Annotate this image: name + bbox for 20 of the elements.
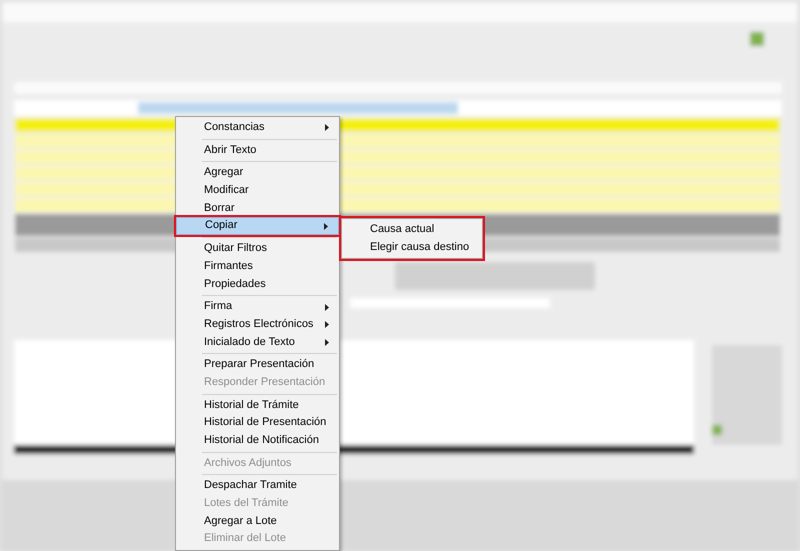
menu-item[interactable]: Historial de Presentación bbox=[176, 414, 339, 432]
menu-item[interactable]: Elegir causa destino bbox=[342, 238, 482, 256]
menu-item[interactable]: Abrir Texto bbox=[176, 142, 339, 160]
menu-item[interactable]: Propiedades bbox=[176, 276, 339, 294]
menu-item[interactable]: Preparar Presentación bbox=[176, 356, 339, 374]
menu-item[interactable]: Inicialado de Texto bbox=[176, 334, 339, 352]
menu-item[interactable]: Despachar Tramite bbox=[176, 477, 339, 496]
menu-item[interactable]: Registros Electrónicos bbox=[176, 316, 339, 334]
menu-item[interactable]: Borrar bbox=[176, 200, 339, 218]
menu-item[interactable]: Firma bbox=[176, 298, 339, 316]
menu-item[interactable]: Historial de Notificación bbox=[176, 432, 339, 450]
menu-item[interactable]: Firmantes bbox=[176, 258, 339, 276]
menu-item[interactable]: Agregar bbox=[176, 164, 339, 182]
menu-item[interactable]: Quitar Filtros bbox=[176, 240, 339, 258]
menu-item[interactable]: Historial de Trámite bbox=[176, 396, 339, 414]
menu-item[interactable]: Constancias bbox=[176, 119, 339, 137]
menu-item[interactable]: Agregar a Lote bbox=[176, 512, 339, 530]
menu-item[interactable]: Causa actual bbox=[342, 221, 482, 239]
menu-item[interactable]: Copiar bbox=[176, 217, 339, 236]
menu-item[interactable]: Modificar bbox=[176, 182, 339, 200]
